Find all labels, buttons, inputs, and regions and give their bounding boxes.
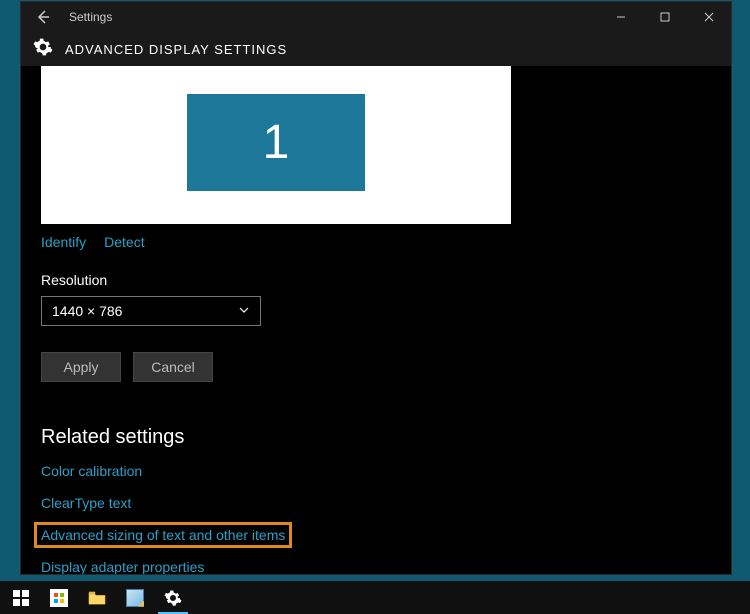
resolution-value: 1440 × 786: [52, 303, 122, 319]
desktop: Settings ADVANCED DISPLAY SETTINGS: [0, 0, 750, 614]
back-button[interactable]: [21, 2, 65, 32]
close-button[interactable]: [687, 2, 731, 32]
taskbar: [0, 581, 750, 614]
start-button[interactable]: [2, 581, 40, 614]
page-title: ADVANCED DISPLAY SETTINGS: [65, 42, 287, 57]
button-row: Apply Cancel: [41, 352, 711, 382]
store-icon: [50, 589, 68, 607]
monitor-1[interactable]: 1: [187, 94, 365, 191]
gear-icon: [33, 37, 53, 62]
cleartype-text-link[interactable]: ClearType text: [41, 495, 131, 511]
cancel-button[interactable]: Cancel: [133, 352, 213, 382]
taskbar-file-explorer[interactable]: [78, 581, 116, 614]
taskbar-store[interactable]: [40, 581, 78, 614]
preview-links: Identify Detect: [41, 234, 711, 250]
taskbar-notepad[interactable]: [116, 581, 154, 614]
gear-icon: [164, 589, 182, 607]
chevron-down-icon: [238, 303, 250, 319]
related-settings-heading: Related settings: [41, 426, 711, 449]
window-title: Settings: [69, 10, 112, 24]
identify-link[interactable]: Identify: [41, 234, 86, 250]
minimize-icon: [616, 12, 626, 22]
windows-logo-icon: [12, 589, 30, 607]
taskbar-settings[interactable]: [154, 581, 192, 614]
close-icon: [704, 12, 714, 22]
notepad-icon: [126, 589, 144, 607]
minimize-button[interactable]: [599, 2, 643, 32]
folder-icon: [88, 589, 106, 607]
page-header: ADVANCED DISPLAY SETTINGS: [21, 32, 731, 66]
window-controls: [599, 2, 731, 32]
resolution-label: Resolution: [41, 272, 711, 288]
monitor-preview[interactable]: 1: [41, 66, 511, 224]
color-calibration-link[interactable]: Color calibration: [41, 463, 142, 479]
resolution-dropdown[interactable]: 1440 × 786: [41, 296, 261, 326]
cancel-label: Cancel: [151, 359, 195, 375]
maximize-icon: [660, 12, 670, 22]
content-area: 1 Identify Detect Resolution 1440 × 786 …: [21, 66, 731, 574]
arrow-left-icon: [35, 9, 51, 25]
maximize-button[interactable]: [643, 2, 687, 32]
advanced-sizing-link[interactable]: Advanced sizing of text and other items: [41, 527, 285, 543]
titlebar: Settings: [21, 2, 731, 32]
display-adapter-link[interactable]: Display adapter properties: [41, 559, 204, 574]
highlighted-link-box: Advanced sizing of text and other items: [34, 522, 292, 548]
monitor-number: 1: [263, 115, 290, 170]
apply-button[interactable]: Apply: [41, 352, 121, 382]
apply-label: Apply: [63, 359, 98, 375]
detect-link[interactable]: Detect: [104, 234, 144, 250]
settings-window: Settings ADVANCED DISPLAY SETTINGS: [20, 1, 732, 575]
related-links: Color calibration ClearType text Advance…: [41, 463, 711, 574]
